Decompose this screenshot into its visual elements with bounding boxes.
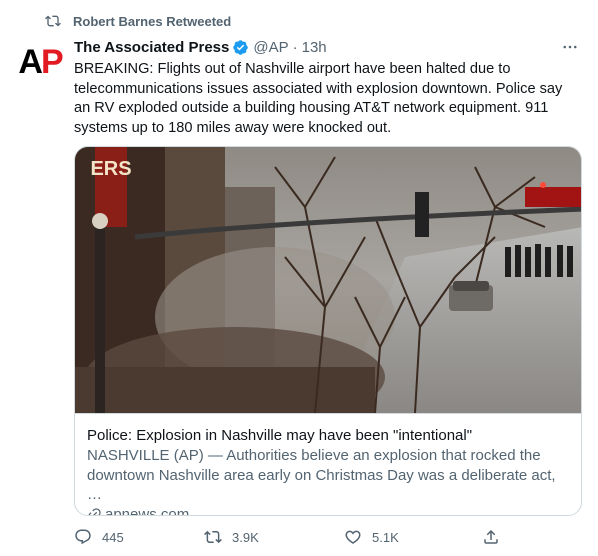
reply-count: 445 <box>102 529 124 545</box>
reply-icon <box>75 529 91 545</box>
card-description: NASHVILLE (AP) — Authorities believe an … <box>87 447 556 503</box>
card-body: Police: Explosion in Nashville may have … <box>75 413 581 516</box>
like-button[interactable]: 5.1K <box>344 528 399 546</box>
ap-logo: AP <box>18 43 63 81</box>
author-display-name[interactable]: The Associated Press <box>74 39 229 56</box>
retweeted-by-label: Robert Barnes Retweeted <box>73 13 232 29</box>
retweet-action-icon <box>204 530 222 544</box>
like-count: 5.1K <box>372 529 399 545</box>
share-icon <box>484 529 498 544</box>
retweet-icon <box>45 13 61 29</box>
share-button[interactable] <box>482 528 510 546</box>
tweet-timestamp[interactable]: 13h <box>302 39 327 56</box>
card-link[interactable]: apnews.com <box>87 505 569 516</box>
retweet-count: 3.9K <box>232 529 259 545</box>
tweet-header: The Associated Press @AP · 13h <box>74 37 582 57</box>
verified-badge-icon <box>232 39 249 56</box>
tweet-actions: 445 3.9K 5.1K <box>74 525 514 549</box>
link-icon <box>87 507 102 515</box>
link-card[interactable]: ERS Police: Explosion in Nashville may h… <box>74 146 582 516</box>
avatar[interactable]: AP <box>16 38 64 86</box>
author-handle[interactable]: @AP <box>253 39 288 56</box>
separator-dot: · <box>292 38 298 56</box>
more-options-icon[interactable] <box>558 37 582 57</box>
retweet-indicator[interactable]: Robert Barnes Retweeted <box>45 12 231 30</box>
card-image: ERS <box>75 147 581 413</box>
building-sign-text: ERS <box>90 158 131 180</box>
reply-button[interactable]: 445 <box>74 528 124 546</box>
card-domain: apnews.com <box>105 505 190 516</box>
card-title: Police: Explosion in Nashville may have … <box>87 427 473 444</box>
retweet-button[interactable]: 3.9K <box>204 528 259 546</box>
tweet-text: BREAKING: Flights out of Nashville airpo… <box>74 61 563 136</box>
heart-icon <box>345 530 361 544</box>
